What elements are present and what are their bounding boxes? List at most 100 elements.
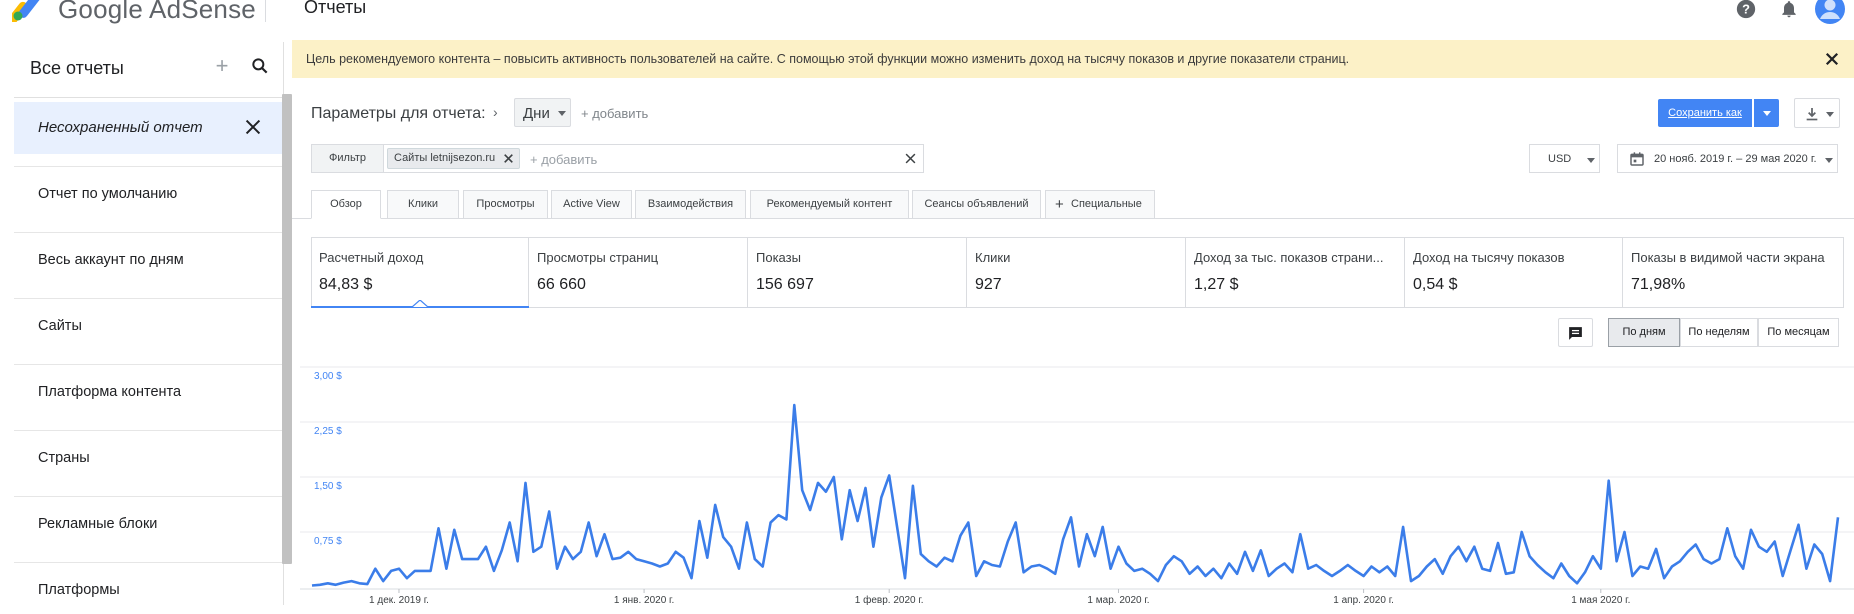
tab-overview[interactable]: Обзор xyxy=(311,190,381,219)
data-point[interactable] xyxy=(1275,567,1279,571)
data-point[interactable] xyxy=(373,567,377,571)
currency-select[interactable]: USD xyxy=(1529,144,1600,173)
data-point[interactable] xyxy=(792,403,796,407)
data-point[interactable] xyxy=(1710,562,1714,566)
data-point[interactable] xyxy=(437,526,441,530)
data-point[interactable] xyxy=(816,481,820,485)
account-avatar-icon[interactable] xyxy=(1814,0,1846,24)
data-point[interactable] xyxy=(452,528,456,532)
data-point[interactable] xyxy=(784,518,788,522)
data-point[interactable] xyxy=(1140,567,1144,571)
data-point[interactable] xyxy=(974,574,978,578)
data-point[interactable] xyxy=(1575,581,1579,585)
data-point[interactable] xyxy=(824,490,828,494)
data-point[interactable] xyxy=(1702,557,1706,561)
data-point[interactable] xyxy=(1741,567,1745,571)
tab-clicks[interactable]: Клики xyxy=(387,190,459,219)
data-point[interactable] xyxy=(318,583,322,587)
data-point[interactable] xyxy=(1733,554,1737,558)
data-point[interactable] xyxy=(982,559,986,563)
download-button[interactable] xyxy=(1794,98,1840,128)
data-point[interactable] xyxy=(1441,572,1445,576)
data-point[interactable] xyxy=(871,545,875,549)
tab-ad-sessions[interactable]: Сеансы объявлений xyxy=(912,190,1041,219)
sidebar-item-unsaved-report[interactable]: Несохраненный отчет xyxy=(14,102,282,154)
data-point[interactable] xyxy=(1117,545,1121,549)
annotations-button[interactable] xyxy=(1558,318,1593,347)
data-point[interactable] xyxy=(1551,576,1555,580)
data-point[interactable] xyxy=(1235,572,1239,576)
tab-active-view[interactable]: Active View xyxy=(551,190,632,219)
data-point[interactable] xyxy=(421,569,425,573)
close-icon[interactable] xyxy=(502,152,515,165)
add-filter-input[interactable]: + добавить xyxy=(530,152,597,167)
granularity-week-button[interactable]: По неделям xyxy=(1680,318,1758,347)
data-point[interactable] xyxy=(1717,557,1721,561)
data-point[interactable] xyxy=(334,583,338,587)
data-point[interactable] xyxy=(848,488,852,492)
metric-clicks[interactable]: Клики 927 xyxy=(967,238,1186,308)
data-point[interactable] xyxy=(603,532,607,536)
data-point[interactable] xyxy=(365,582,369,586)
notifications-bell-icon[interactable] xyxy=(1776,0,1802,22)
data-point[interactable] xyxy=(508,521,512,525)
data-point[interactable] xyxy=(1370,565,1374,569)
help-icon[interactable]: ? xyxy=(1733,0,1759,22)
data-point[interactable] xyxy=(492,569,496,573)
data-point[interactable] xyxy=(413,569,417,573)
data-point[interactable] xyxy=(777,513,781,517)
metric-impression-rpm[interactable]: Доход на тысячу показов 0,54 $ xyxy=(1405,238,1623,308)
data-point[interactable] xyxy=(721,535,725,539)
data-point[interactable] xyxy=(1646,567,1650,571)
granularity-month-button[interactable]: По месяцам xyxy=(1758,318,1839,347)
data-point[interactable] xyxy=(1061,537,1065,541)
data-point[interactable] xyxy=(1417,574,1421,578)
data-point[interactable] xyxy=(326,581,330,585)
data-point[interactable] xyxy=(958,534,962,538)
data-point[interactable] xyxy=(1670,565,1674,569)
brand-name[interactable]: Google AdSense xyxy=(58,0,256,25)
data-point[interactable] xyxy=(927,559,931,563)
data-point[interactable] xyxy=(476,557,480,561)
data-point[interactable] xyxy=(1781,574,1785,578)
data-point[interactable] xyxy=(1211,567,1215,571)
site-filter-chip[interactable]: Сайты letnijsezon.ru xyxy=(387,148,521,169)
data-point[interactable] xyxy=(634,557,638,561)
data-point[interactable] xyxy=(1654,547,1658,551)
data-point[interactable] xyxy=(761,565,765,569)
data-point[interactable] xyxy=(531,550,535,554)
data-point[interactable] xyxy=(1401,525,1405,529)
data-point[interactable] xyxy=(1449,554,1453,558)
data-point[interactable] xyxy=(1251,569,1255,573)
data-point[interactable] xyxy=(1109,567,1113,571)
data-point[interactable] xyxy=(350,579,354,583)
data-point[interactable] xyxy=(1504,572,1508,576)
data-point[interactable] xyxy=(1749,528,1753,532)
data-point[interactable] xyxy=(1836,515,1840,519)
data-point[interactable] xyxy=(1623,530,1627,534)
data-point[interactable] xyxy=(1290,570,1294,574)
data-point[interactable] xyxy=(1077,565,1081,569)
data-point[interactable] xyxy=(1014,521,1018,525)
granularity-day-button[interactable]: По дням xyxy=(1608,318,1680,347)
data-point[interactable] xyxy=(666,562,670,566)
data-point[interactable] xyxy=(1006,540,1010,544)
data-point[interactable] xyxy=(966,521,970,525)
data-point[interactable] xyxy=(1457,545,1461,549)
data-point[interactable] xyxy=(579,550,583,554)
data-point[interactable] xyxy=(1464,559,1468,563)
data-point[interactable] xyxy=(1030,565,1034,569)
data-point[interactable] xyxy=(935,565,939,569)
data-point[interactable] xyxy=(1559,562,1563,566)
data-point[interactable] xyxy=(998,565,1002,569)
data-point[interactable] xyxy=(642,559,646,563)
data-point[interactable] xyxy=(1544,570,1548,574)
data-point[interactable] xyxy=(1789,548,1793,552)
close-icon[interactable] xyxy=(1823,50,1841,68)
clear-filters-icon[interactable] xyxy=(903,151,918,166)
data-point[interactable] xyxy=(1567,574,1571,578)
data-point[interactable] xyxy=(1433,557,1437,561)
data-point[interactable] xyxy=(1093,554,1097,558)
data-point[interactable] xyxy=(429,569,433,573)
sidebar-item-ad-units[interactable]: Рекламные блоки xyxy=(14,496,282,548)
